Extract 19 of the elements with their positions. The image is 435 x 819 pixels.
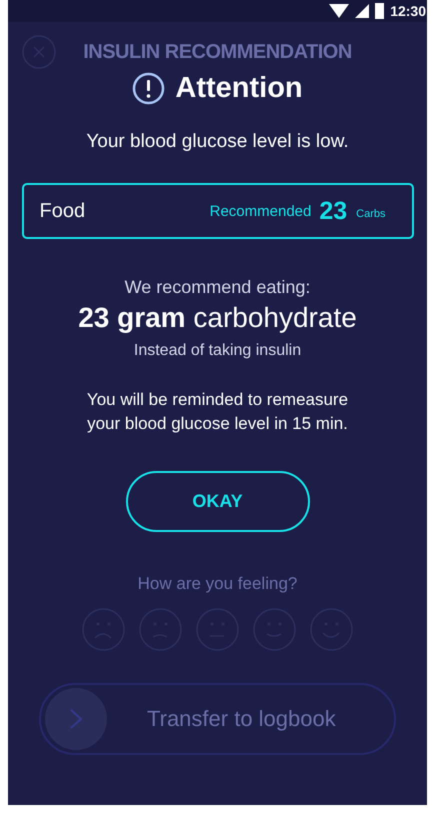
recommended-caption: Recommended bbox=[210, 202, 312, 220]
okay-button[interactable]: OKAY bbox=[126, 471, 310, 532]
carbs-value: 23 bbox=[319, 196, 348, 226]
clock-time: 12:30 bbox=[390, 3, 426, 19]
screen-title: INSULIN RECOMMENDATION bbox=[82, 40, 353, 64]
wifi-icon bbox=[329, 4, 350, 18]
carbs-unit: Carbs bbox=[356, 208, 386, 220]
recommendation-intro: We recommend eating: bbox=[124, 277, 310, 298]
chevron-right-icon bbox=[69, 708, 83, 730]
food-label: Food bbox=[40, 200, 86, 222]
dialog-title: Attention bbox=[175, 72, 303, 105]
reminder-message: You will be reminded to remeasure your blood glucose level in 15 min. bbox=[86, 389, 350, 435]
warning-message: Your blood glucose level is low. bbox=[86, 131, 349, 153]
battery-icon bbox=[375, 3, 384, 19]
recommendation-note: Instead of taking insulin bbox=[134, 342, 302, 360]
feeling-question: How are you feeling? bbox=[138, 574, 298, 594]
signal-icon bbox=[355, 4, 370, 18]
exclamation-icon bbox=[132, 72, 166, 105]
carbohydrate-amount: 23 gram carbohydrate bbox=[78, 302, 357, 334]
